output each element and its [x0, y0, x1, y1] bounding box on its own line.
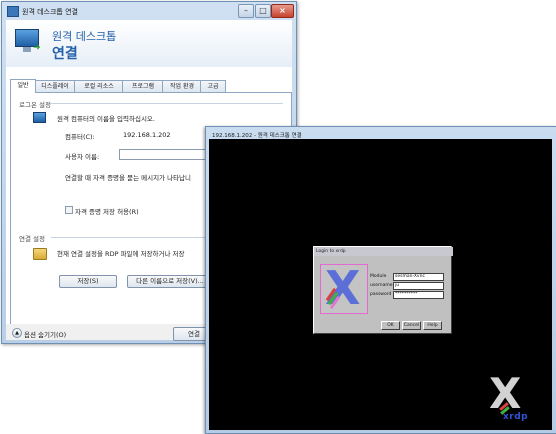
password-label: password: [370, 292, 392, 297]
password-input[interactable]: **********: [393, 291, 444, 299]
xrdp-corner-logo: X xrdp: [487, 373, 531, 423]
tab-strip: 일반 디스플레이 로컬 리소스 프로그램 작업 환경 고급: [10, 79, 290, 93]
login-dialog-title[interactable]: Login to xrdp: [314, 247, 453, 256]
tab-programs[interactable]: 프로그램: [122, 80, 164, 92]
computer-label: 컴퓨터(C):: [65, 133, 95, 141]
tab-general[interactable]: 일반: [10, 79, 36, 93]
group-divider: [51, 103, 283, 104]
xrdp-logo-image: X: [320, 264, 368, 314]
maximize-button[interactable]: □: [255, 4, 271, 18]
connection-description: 현재 연결 설정을 RDP 파일에 저장하거나 저장: [57, 250, 185, 258]
logon-instruction: 원격 컴퓨터의 이름을 입력하십시오.: [57, 115, 155, 123]
username-label: 사용자 이름:: [65, 153, 100, 161]
remote-desktop-icon: [7, 6, 19, 17]
window-title: 원격 데스크톱 연결: [22, 8, 78, 16]
connect-arrow-icon: ➜: [33, 43, 41, 53]
save-credentials-label: 자격 증명 저장 허용(R): [75, 208, 139, 216]
credentials-note: 연결할 때 자격 증명을 묻는 메시지가 나타납니: [65, 174, 192, 182]
connection-group-title: 연결 설정: [19, 235, 45, 243]
color-bars-icon: [324, 287, 342, 310]
xrdp-wordmark: xrdp: [503, 412, 529, 422]
tab-advanced[interactable]: 고급: [200, 80, 226, 92]
remote-desktop-screen[interactable]: Login to xrdp X Module sesman-Xvnc usern…: [209, 139, 552, 430]
ok-button[interactable]: OK: [381, 321, 400, 330]
folder-icon: [33, 248, 47, 260]
module-label: Module: [370, 274, 387, 279]
banner-title: 원격 데스크톱: [52, 30, 117, 43]
banner-subtitle: 연결: [52, 46, 78, 62]
session-window-title[interactable]: 192.168.1.202 - 원격 데스크톱 연결: [212, 131, 302, 139]
minimize-button[interactable]: –: [238, 4, 254, 18]
computer-icon: [33, 112, 46, 123]
username-label: username: [370, 283, 393, 288]
module-select[interactable]: sesman-Xvnc: [393, 273, 444, 281]
cancel-button[interactable]: Cancel: [402, 321, 421, 330]
tab-experience[interactable]: 작업 환경: [162, 80, 202, 92]
tab-local-resources[interactable]: 로컬 리소스: [74, 80, 124, 92]
save-button[interactable]: 저장(S): [59, 275, 117, 288]
close-button[interactable]: ×: [271, 4, 294, 18]
xrdp-login-dialog: Login to xrdp X Module sesman-Xvnc usern…: [313, 246, 453, 334]
save-as-button[interactable]: 다른 이름으로 저장(V)...: [127, 275, 213, 288]
tab-display[interactable]: 디스플레이: [34, 80, 76, 92]
hide-options-link[interactable]: 옵션 숨기기(O): [24, 329, 66, 339]
banner: ➜ 원격 데스크톱 연결: [6, 20, 292, 67]
save-credentials-checkbox[interactable]: [65, 206, 73, 214]
collapse-options-icon[interactable]: ▲: [12, 328, 22, 338]
logon-group-title: 로그온 설정: [19, 101, 51, 109]
help-button[interactable]: Help: [423, 321, 442, 330]
username-input[interactable]: ju: [393, 282, 444, 290]
title-bar[interactable]: 원격 데스크톱 연결 – □ ×: [2, 2, 296, 20]
remote-session-window: 192.168.1.202 - 원격 데스크톱 연결 Login to xrdp…: [205, 126, 556, 434]
